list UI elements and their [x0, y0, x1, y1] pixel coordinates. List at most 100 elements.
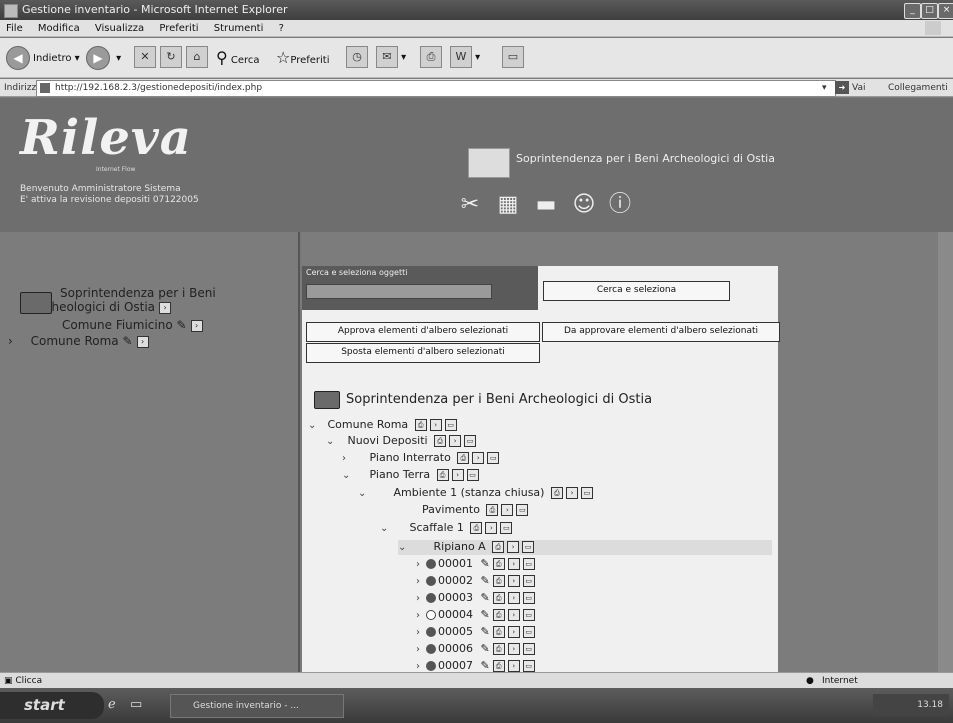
pencil-icon[interactable]: ✎ — [122, 334, 132, 348]
print-icon[interactable]: ⎙ — [457, 452, 470, 464]
menu-file[interactable]: File — [6, 23, 23, 34]
approve-button[interactable]: Approva elementi d'albero selezionati — [306, 322, 540, 342]
expand-arrow-icon[interactable]: › — [416, 575, 426, 589]
desktop-quicklaunch-icon[interactable]: ▭ — [130, 697, 142, 712]
detail-icon[interactable]: › — [449, 435, 462, 447]
print-icon[interactable]: ⎙ — [492, 575, 505, 587]
taskbar-item-gestione[interactable]: Gestione inventario - ... — [170, 694, 344, 718]
collapse-arrow-icon[interactable]: ⌄ — [398, 541, 408, 555]
users-icon[interactable]: ☺ — [569, 190, 599, 220]
vertical-scrollbar[interactable] — [938, 232, 953, 672]
info-icon[interactable]: ⓘ — [605, 190, 635, 220]
tree-object-row[interactable]: › 00002 ✎ ⎙ › ▭ — [416, 574, 535, 589]
tree-object-row[interactable]: › 00005 ✎ ⎙ › ▭ — [416, 625, 535, 640]
detail-icon[interactable]: › — [507, 541, 520, 553]
close-button[interactable]: × — [938, 3, 953, 19]
box-icon[interactable]: ▭ — [522, 660, 535, 672]
go-arrow-icon[interactable]: ➜ — [835, 81, 849, 94]
move-button[interactable]: Sposta elementi d'albero selezionati — [306, 343, 540, 363]
minimize-button[interactable]: _ — [904, 3, 921, 19]
detail-icon[interactable]: › — [507, 609, 520, 621]
box-icon[interactable]: ▭ — [522, 592, 535, 604]
tree-node-ripiano[interactable]: ⌄ Ripiano A ⎙ › ▭ — [398, 540, 772, 555]
tree-node-ambiente[interactable]: ⌄ Ambiente 1 (stanza chiusa) ⎙ › ▭ — [358, 486, 593, 501]
history-button[interactable]: ◷ — [346, 46, 368, 70]
discuss-button[interactable]: ▭ — [502, 46, 524, 70]
forward-button[interactable]: ▶ ▾ — [86, 46, 121, 70]
pencil-icon[interactable]: ✎ — [481, 608, 490, 621]
print-icon[interactable]: ⎙ — [492, 558, 505, 570]
tree-node-pavimento[interactable]: Pavimento ⎙ › ▭ — [422, 503, 529, 517]
tree-node-piano-terra[interactable]: ⌄ Piano Terra ⎙ › ▭ — [342, 468, 479, 483]
pencil-icon[interactable]: ✎ — [481, 591, 490, 604]
detail-icon[interactable]: › — [429, 419, 442, 431]
tree-object-row[interactable]: › 00001 ✎ ⎙ › ▭ — [416, 557, 535, 572]
box-icon[interactable]: ▭ — [522, 643, 535, 655]
links-label[interactable]: Collegamenti — [888, 79, 948, 97]
box-icon[interactable]: ▭ — [522, 626, 535, 638]
box-icon[interactable]: ▭ — [466, 469, 479, 481]
collapse-arrow-icon[interactable]: ⌄ — [358, 487, 368, 501]
pencil-icon[interactable]: ✎ — [481, 642, 490, 655]
expand-arrow-icon[interactable]: › — [416, 558, 426, 572]
tools-icon[interactable]: ✂ — [455, 190, 485, 220]
menu-preferiti[interactable]: Preferiti — [159, 23, 198, 34]
print-icon[interactable]: ⎙ — [492, 626, 505, 638]
expand-arrow-icon[interactable]: › — [416, 660, 426, 672]
tree-node-comune[interactable]: ⌄ Comune Roma ⎙ › ▭ — [308, 418, 457, 433]
print-icon[interactable]: ⎙ — [492, 660, 505, 672]
detail-icon[interactable]: › — [451, 469, 464, 481]
edit-button[interactable]: W ▾ — [450, 46, 480, 70]
detail-icon[interactable]: › — [485, 522, 498, 534]
detail-icon[interactable]: › — [507, 575, 520, 587]
address-dropdown-icon[interactable]: ▾ — [822, 79, 827, 97]
collapse-arrow-icon[interactable]: ⌄ — [326, 435, 336, 449]
pencil-icon[interactable]: ✎ — [481, 574, 490, 587]
menu-help[interactable]: ? — [279, 23, 284, 34]
menu-modifica[interactable]: Modifica — [38, 23, 80, 34]
address-input[interactable]: http://192.168.2.3/gestionedepositi/inde… — [36, 80, 836, 97]
print-icon[interactable]: ⎙ — [414, 419, 427, 431]
print-icon[interactable]: ⎙ — [470, 522, 483, 534]
mail-button[interactable]: ✉ ▾ — [376, 46, 406, 70]
tree-object-row[interactable]: › 00004 ✎ ⎙ › ▭ — [416, 608, 535, 623]
home-button[interactable]: ⌂ — [186, 46, 208, 70]
pencil-icon[interactable]: ✎ — [481, 557, 490, 570]
print-icon[interactable]: ⎙ — [492, 643, 505, 655]
search-select-button[interactable]: Cerca e seleziona — [543, 281, 730, 301]
menu-visualizza[interactable]: Visualizza — [95, 23, 144, 34]
expand-arrow-icon[interactable]: › — [416, 643, 426, 657]
print-icon[interactable]: ⎙ — [492, 609, 505, 621]
print-icon[interactable]: ⎙ — [436, 469, 449, 481]
detail-icon[interactable]: › — [501, 504, 514, 516]
box-icon[interactable]: ▭ — [516, 504, 529, 516]
tree-object-row[interactable]: › 00007 ✎ ⎙ › ▭ — [416, 659, 535, 672]
collapse-arrow-icon[interactable]: ⌄ — [380, 522, 390, 536]
go-button[interactable]: Vai — [852, 79, 865, 97]
detail-icon[interactable]: › — [507, 660, 520, 672]
detail-icon[interactable]: › — [507, 626, 520, 638]
tree-object-row[interactable]: › 00003 ✎ ⎙ › ▭ — [416, 591, 535, 606]
detail-icon[interactable]: › — [507, 558, 520, 570]
box-icon[interactable]: ▭ — [580, 487, 593, 499]
chart-icon[interactable]: ▦ — [493, 190, 523, 220]
print-icon[interactable]: ⎙ — [486, 504, 499, 516]
pencil-icon[interactable]: ✎ — [481, 659, 490, 672]
folder-icon[interactable]: ▬ — [531, 190, 561, 220]
detail-icon[interactable]: › — [472, 452, 485, 464]
box-icon[interactable]: ▭ — [464, 435, 477, 447]
detail-icon[interactable]: › — [507, 592, 520, 604]
box-icon[interactable]: ▭ — [487, 452, 500, 464]
search-input[interactable] — [306, 284, 492, 299]
maximize-button[interactable]: □ — [921, 3, 938, 19]
stop-button[interactable]: ✕ — [134, 46, 156, 70]
pencil-icon[interactable]: ✎ — [481, 625, 490, 638]
print-icon[interactable]: ⎙ — [492, 541, 505, 553]
detail-icon[interactable]: › — [159, 301, 172, 314]
expand-arrow-icon[interactable]: › — [416, 609, 426, 623]
main-tree-root[interactable]: Soprintendenza per i Beni Archeologici d… — [314, 390, 652, 410]
box-icon[interactable]: ▭ — [500, 522, 513, 534]
detail-icon[interactable]: › — [136, 335, 149, 348]
tree-node-piano-interrato[interactable]: › Piano Interrato ⎙ › ▭ — [342, 451, 500, 466]
left-tree-root[interactable]: Soprintendenza per i Beni Archeologici d… — [20, 286, 216, 314]
